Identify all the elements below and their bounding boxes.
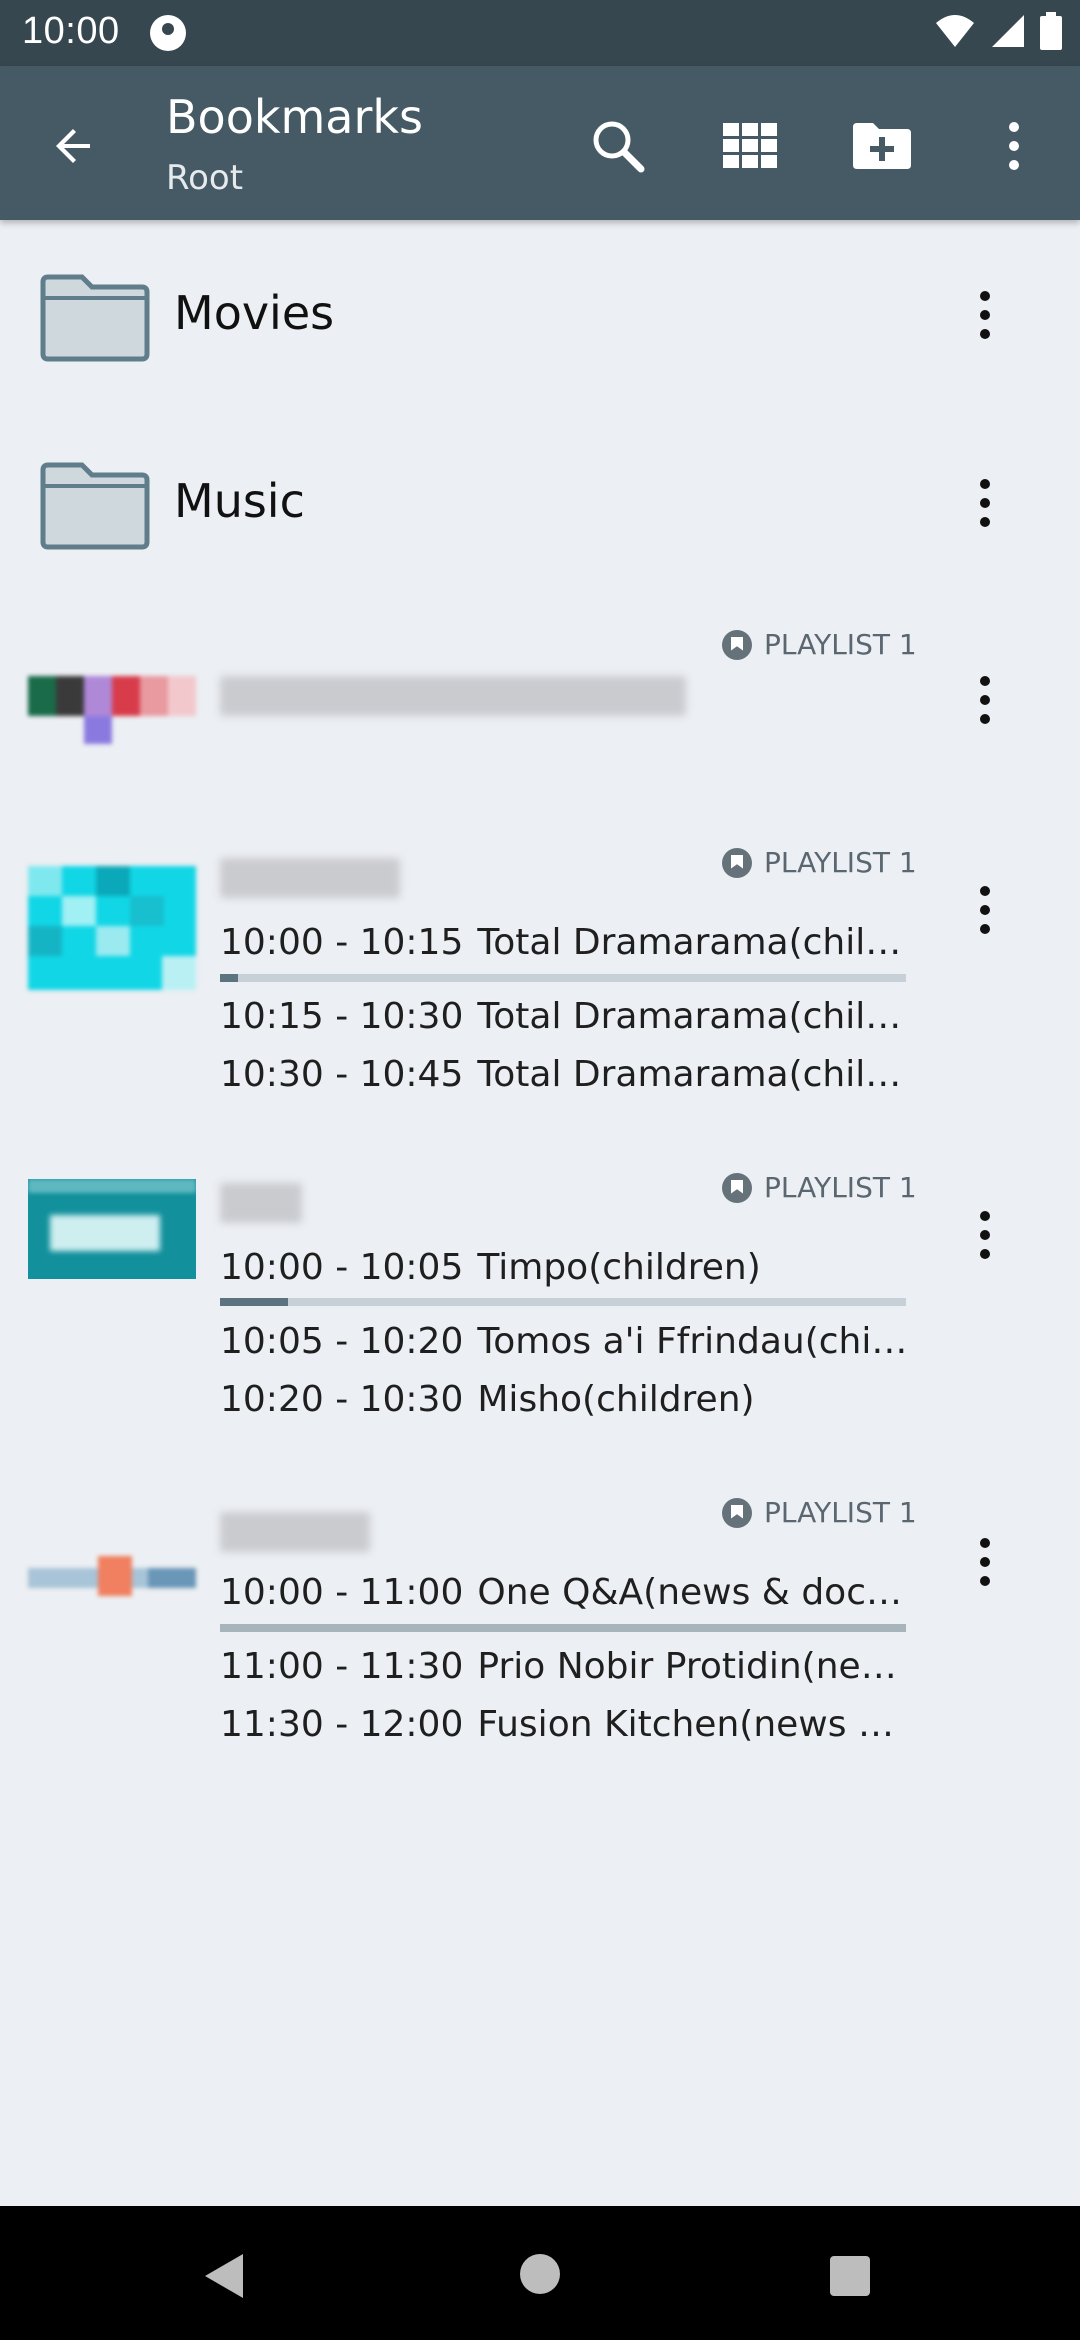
channel-name-blurred [220,1183,302,1223]
app-bar: Bookmarks Root [0,66,1080,220]
status-time: 10:00 [22,10,120,52]
program-progress-bar [220,1298,906,1306]
playlist-label: PLAYLIST 1 [764,1496,917,1529]
channel-more-button[interactable] [955,660,1015,740]
arrow-back-icon [56,129,90,163]
nav-back-icon[interactable] [205,2254,243,2298]
program-next: 11:00 - 11:30Prio Nobir Protidin(news & … [220,1646,910,1687]
bookmark-icon [722,1172,752,1203]
overflow-menu-button[interactable] [974,106,1054,186]
page-subtitle: Root [166,158,244,198]
channel-more-button[interactable] [955,1522,1015,1602]
bookmark-icon [722,847,752,878]
folder-more-button[interactable] [955,463,1015,543]
program-next: 10:05 - 10:20Tomos a'i Ffrindau(children… [220,1321,910,1362]
program-next: 11:30 - 12:00Fusion Kitchen(news & doc… [220,1704,910,1745]
notification-app-icon [150,15,186,51]
folder-label: Movies [174,286,335,340]
create-folder-icon [853,123,911,169]
system-nav-bar [0,2206,1080,2340]
channel-more-button[interactable] [955,870,1015,950]
folder-row-movies[interactable]: Movies [0,240,1080,390]
channel-logo [28,866,196,990]
folder-label: Music [174,474,305,528]
program-progress-bar [220,974,906,982]
playlist-badge: PLAYLIST 1 [722,1171,917,1204]
playlist-label: PLAYLIST 1 [764,1171,917,1204]
grid-view-button[interactable] [710,106,790,186]
nav-recents-icon[interactable] [830,2256,870,2296]
channel-name-blurred [220,676,686,716]
folder-icon [40,462,150,550]
program-next: 10:30 - 10:45Total Dramarama(children) [220,1054,910,1095]
channel-row[interactable]: PLAYLIST 1 10:00 - 10:15 Total Dramarama(… [0,846,1080,1096]
status-bar: 10:00 [0,0,1080,66]
folder-row-music[interactable]: Music [0,428,1080,578]
wifi-icon [936,15,974,47]
channel-logo [28,664,196,754]
battery-icon [1040,12,1062,50]
channel-row[interactable]: PLAYLIST 1 10:00 - 11:00 One Q&A(news & d… [0,1496,1080,1756]
more-vert-icon [980,676,990,724]
program-progress-bar [220,1624,906,1632]
folder-icon [40,274,150,362]
back-button[interactable] [34,106,114,186]
channel-logo [28,1548,196,1608]
program-current: 10:00 - 10:05 Timpo(children) [220,1247,761,1288]
bookmark-icon [722,1497,752,1528]
more-vert-icon [980,291,990,339]
program-next: 10:20 - 10:30 Misho(children) [220,1379,755,1420]
nav-home-icon[interactable] [520,2254,560,2294]
more-vert-icon [980,886,990,934]
search-icon [593,121,645,173]
cell-signal-icon [992,15,1024,47]
folder-more-button[interactable] [955,275,1015,355]
new-folder-button[interactable] [842,106,922,186]
playlist-label: PLAYLIST 1 [764,846,917,879]
channel-row[interactable]: PLAYLIST 1 10:00 - 10:05 Timpo(children) … [0,1171,1080,1421]
more-vert-icon [1009,122,1019,170]
channel-more-button[interactable] [955,1195,1015,1275]
channel-name-blurred [220,858,400,898]
more-vert-icon [980,479,990,527]
playlist-badge: PLAYLIST 1 [722,846,917,879]
status-icons [934,12,1062,50]
playlist-badge: PLAYLIST 1 [722,628,917,661]
playlist-label: PLAYLIST 1 [764,628,917,661]
program-current: 10:00 - 10:15Total Dramarama(children) [220,922,910,963]
program-next: 10:15 - 10:30Total Dramarama(children) [220,996,910,1037]
more-vert-icon [980,1211,990,1259]
page-title: Bookmarks [166,90,423,144]
more-vert-icon [980,1538,990,1586]
search-button[interactable] [578,106,658,186]
playlist-badge: PLAYLIST 1 [722,1496,917,1529]
grid-icon [723,123,777,168]
channel-row[interactable]: PLAYLIST 1 [0,610,1080,790]
program-current: 10:00 - 11:00One Q&A(news & document… [220,1572,910,1613]
channel-name-blurred [220,1512,370,1552]
bookmark-icon [722,629,752,660]
channel-logo [28,1179,196,1279]
